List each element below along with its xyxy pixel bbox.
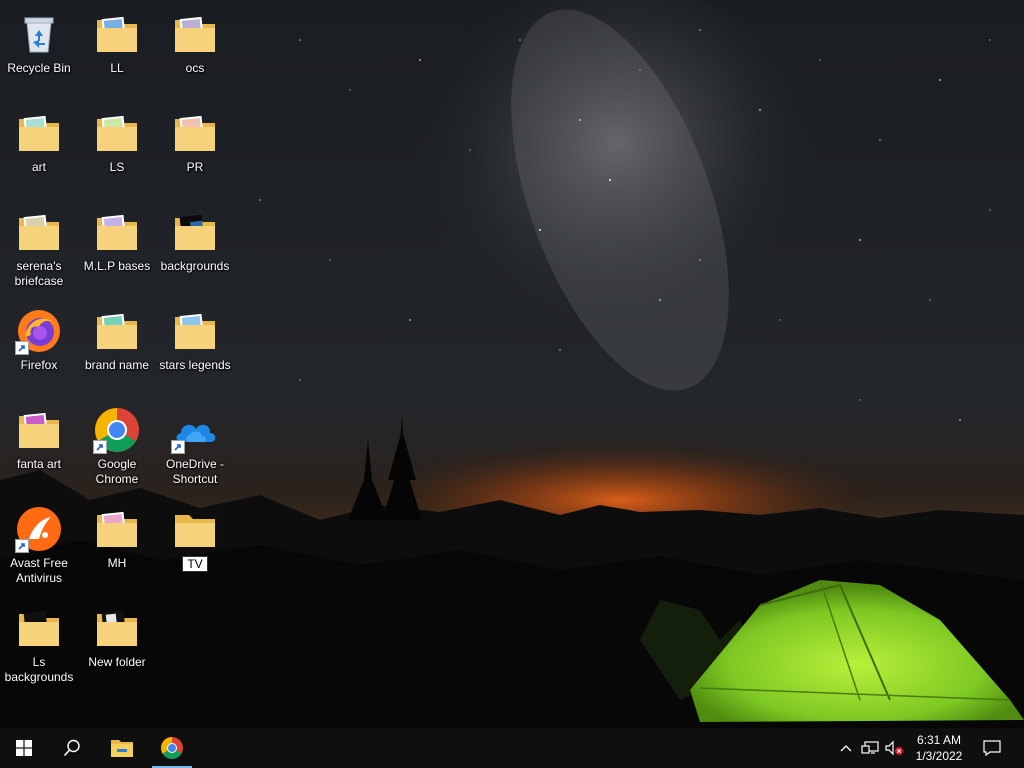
folder-icon: [15, 604, 63, 652]
desktop-icon-label: MH: [107, 556, 127, 570]
shortcut-arrow-icon: [171, 440, 185, 454]
clock-date: 1/3/2022: [915, 749, 963, 763]
desktop-icon-label: Avast Free Antivirus: [10, 556, 68, 585]
desktop-icon-label: New folder: [88, 655, 146, 669]
search-icon: [63, 739, 80, 757]
notification-icon: [983, 740, 1001, 756]
desktop-icon-label: brand name: [84, 358, 150, 372]
onedrive-icon: [171, 406, 219, 454]
desktop-icons-area: Recycle Bin art serena's briefcase Firef…: [0, 0, 1024, 728]
desktop-icon-ll[interactable]: LL: [79, 4, 155, 96]
desktop-icon-stars-legends[interactable]: stars legends: [157, 301, 233, 393]
network-icon: [861, 741, 879, 754]
folder-icon: [93, 505, 141, 553]
desktop-icon-recycle-bin[interactable]: Recycle Bin: [1, 4, 77, 96]
clock-time: 6:31 AM: [916, 733, 962, 747]
network-button[interactable]: [858, 728, 882, 768]
desktop-icon-brand-name[interactable]: brand name: [79, 301, 155, 393]
rename-textbox[interactable]: TV: [182, 556, 208, 572]
folder-icon: [93, 208, 141, 256]
volume-muted-icon: [885, 740, 903, 756]
desktop-icon-label: Google Chrome: [95, 457, 139, 486]
desktop-icon-firefox[interactable]: Firefox: [1, 301, 77, 393]
desktop-icon-art[interactable]: art: [1, 103, 77, 195]
chrome-icon: [93, 406, 141, 454]
chevron-up-icon: [840, 745, 852, 752]
desktop-icon-label: backgrounds: [160, 259, 230, 273]
search-button[interactable]: [48, 728, 96, 768]
desktop-icon-label: serena's briefcase: [14, 259, 64, 288]
start-button[interactable]: [0, 728, 48, 768]
desktop-icon-mh[interactable]: MH: [79, 499, 155, 591]
folder-icon: [171, 307, 219, 355]
desktop-icon-label: fanta art: [16, 457, 62, 471]
avast-icon: [15, 505, 63, 553]
folder-icon: [15, 109, 63, 157]
desktop-icon-label: Firefox: [20, 358, 58, 372]
desktop-icon-ls-backgrounds[interactable]: Ls backgrounds: [1, 598, 77, 690]
shortcut-arrow-icon: [15, 539, 29, 553]
folder-icon: [93, 10, 141, 58]
windows-logo-icon: [16, 740, 32, 756]
desktop-icon-label: Recycle Bin: [7, 61, 71, 75]
desktop-icon-tv[interactable]: TV: [157, 499, 233, 591]
shortcut-arrow-icon: [93, 440, 107, 454]
folder-icon: [15, 406, 63, 454]
firefox-icon: [15, 307, 63, 355]
desktop-icon-new-folder[interactable]: New folder: [79, 598, 155, 690]
action-center-button[interactable]: [978, 728, 1006, 768]
desktop-icon-ocs[interactable]: ocs: [157, 4, 233, 96]
folder-icon: [171, 10, 219, 58]
chrome-icon: [161, 737, 183, 759]
desktop-icon-label: stars legends: [159, 358, 231, 372]
desktop-icon-label: M.L.P bases: [83, 259, 151, 273]
folder-icon: [93, 307, 141, 355]
show-hidden-icons-button[interactable]: [836, 728, 856, 768]
desktop-icon-label: PR: [186, 160, 204, 174]
desktop-icon-pr[interactable]: PR: [157, 103, 233, 195]
folder-icon: [93, 604, 141, 652]
folder-icon: [171, 208, 219, 256]
desktop-icon-avast[interactable]: Avast Free Antivirus: [1, 499, 77, 591]
taskbar-clock[interactable]: 6:31 AM 1/3/2022: [904, 728, 974, 768]
recycle-bin-icon: [15, 10, 63, 58]
desktop-icon-mlp-bases[interactable]: M.L.P bases: [79, 202, 155, 294]
desktop-icon-label: LS: [109, 160, 125, 174]
desktop-icon-label: Ls backgrounds: [4, 655, 74, 684]
desktop-icon-label: LL: [110, 61, 124, 75]
desktop-icon-fanta-art[interactable]: fanta art: [1, 400, 77, 492]
chrome-taskbar-button[interactable]: [148, 728, 196, 768]
folder-icon: [171, 109, 219, 157]
folder-icon: [15, 208, 63, 256]
file-explorer-icon: [111, 740, 133, 757]
folder-icon: [93, 109, 141, 157]
shortcut-arrow-icon: [15, 341, 29, 355]
desktop-icon-backgrounds[interactable]: backgrounds: [157, 202, 233, 294]
volume-button[interactable]: [882, 728, 906, 768]
desktop-icon-ls[interactable]: LS: [79, 103, 155, 195]
folder-icon: [171, 505, 219, 553]
desktop-icon-label: OneDrive - Shortcut: [165, 457, 224, 486]
desktop-icon-label: ocs: [185, 61, 205, 75]
desktop-icon-serenas-briefcase[interactable]: serena's briefcase: [1, 202, 77, 294]
file-explorer-button[interactable]: [98, 728, 146, 768]
taskbar: 6:31 AM 1/3/2022: [0, 728, 1024, 768]
desktop-icon-label: art: [31, 160, 46, 174]
desktop-icon-google-chrome[interactable]: Google Chrome: [79, 400, 155, 492]
desktop-icon-onedrive-shortcut[interactable]: OneDrive - Shortcut: [157, 400, 233, 492]
